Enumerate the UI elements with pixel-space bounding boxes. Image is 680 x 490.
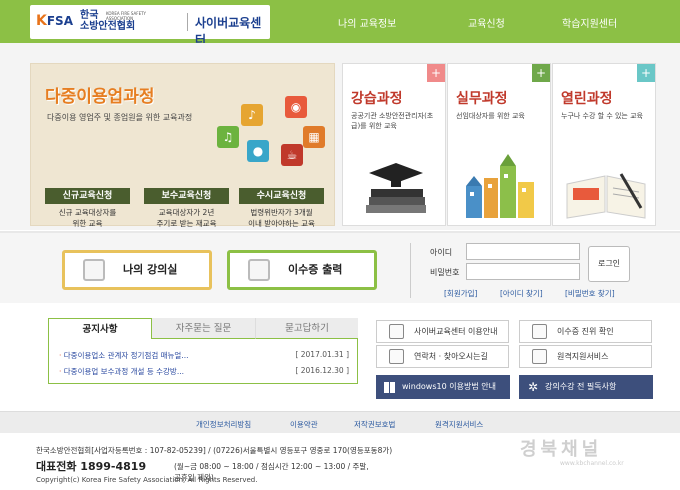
id-card-icon (532, 324, 547, 339)
occasional-education-label: 수시교육신청 (239, 188, 324, 204)
login-button[interactable]: 로그인 (588, 246, 630, 282)
new-education-label: 신규교육신청 (45, 188, 130, 204)
monitor-icon (389, 324, 404, 339)
open-book-pen-icon (566, 173, 646, 219)
card-open-course[interactable]: + 열린과정 누구나 수강 할 수 있는 교육 (552, 63, 656, 226)
id-input[interactable] (466, 243, 580, 260)
card-title: 열린과정 (561, 91, 613, 107)
refresher-education-desc: 교육대상자가 2년 주기로 받는 재교육 (156, 208, 217, 228)
tab-qna[interactable]: 묻고답하기 (255, 318, 358, 339)
remote-support-link[interactable]: 원격지원서비스 (435, 419, 483, 430)
windows10-guide-button[interactable]: windows10 이용방법 안내 (376, 375, 510, 399)
books-graduation-cap-icon (366, 163, 426, 213)
signup-link[interactable]: [회원가입] (444, 288, 477, 299)
list-item[interactable]: · 다중이용업소 관계자 정기점검 매뉴얼... [ 2017.01.31 ] (59, 350, 349, 361)
usage-guide-button[interactable]: 사이버교육센터 이용안내 (376, 320, 509, 343)
nav-my-education[interactable]: 나의 교육정보 (338, 15, 396, 30)
music-note-icon: ♫ (217, 126, 239, 148)
document-pen-icon (83, 259, 105, 281)
org-name-english: KOREA FIRE SAFETY ASSOCIATION (106, 11, 146, 21)
logo-divider (187, 13, 188, 31)
windows-icon (384, 382, 395, 393)
remote-screen-icon (532, 349, 547, 364)
city-buildings-icon (466, 154, 534, 218)
multi-use-course-box[interactable]: 다중이용업과정 다중이용 영업주 및 종업원을 위한 교육과정 ♪ ♫ ● ◉ … (30, 63, 335, 229)
id-label: 아이디 (430, 248, 453, 257)
nav-apply-education[interactable]: 교육신청 (468, 15, 505, 30)
required-reading-button[interactable]: ✲ 강의수강 전 필독사항 (519, 375, 653, 399)
footer-links-bar: 개인정보처리방침 이용약관 저작권보호법 원격지원서비스 (0, 411, 680, 433)
privacy-policy-link[interactable]: 개인정보처리방침 (196, 419, 251, 430)
new-education-apply[interactable]: 신규교육신청 신규 교육대상자를 위한 교육 (45, 188, 130, 229)
card-desc: 공공기관 소방안전관리자(초급)를 위한 교육 (351, 112, 434, 130)
plus-icon[interactable]: + (532, 64, 550, 82)
copyright-law-link[interactable]: 저작권보호법 (354, 419, 395, 430)
certificate-print-button[interactable]: 이수증 출력 (227, 250, 377, 290)
new-education-desc: 신규 교육대상자를 위한 교육 (58, 208, 117, 228)
remote-support-button[interactable]: 원격지원서비스 (519, 345, 652, 368)
watermark-url: www.kbchannel.co.kr (560, 460, 624, 467)
course-desc: 다중이용 영업주 및 종업원을 위한 교육과정 (47, 113, 193, 122)
plus-icon[interactable]: + (427, 64, 445, 82)
card-desc: 누구나 수강 할 수 있는 교육 (561, 112, 643, 120)
main-phone: 대표전화 1899-4819 (월~금 08:00 ~ 18:00 / 점심시간… (36, 458, 369, 482)
nav-learning-support[interactable]: 학습지원센터 (562, 15, 617, 30)
kfsa-logo-mark: KFSA (36, 13, 73, 29)
microphone-icon: ♪ (241, 104, 263, 126)
terms-link[interactable]: 이용약관 (290, 419, 318, 430)
find-id-link[interactable]: [아이디 찾기] (500, 288, 543, 299)
certificate-verify-button[interactable]: 이수증 진위 확인 (519, 320, 652, 343)
certificate-icon (248, 259, 270, 281)
coffee-cup-icon: ☕ (281, 144, 303, 166)
my-lecture-room-button[interactable]: 나의 강의실 (62, 250, 212, 290)
copyright: Copyright(c) Korea Fire Safety Associati… (36, 476, 258, 484)
phone-icon (389, 349, 404, 364)
film-reel-icon: ● (247, 140, 269, 162)
company-address: 한국소방안전협회[사업자등록번호 : 107-82-05239] / (0722… (36, 446, 393, 455)
occasional-education-apply[interactable]: 수시교육신청 법령위반자가 3개월 이내 받아야하는 교육 (239, 188, 324, 229)
site-logo[interactable]: KFSA 한국 소방안전협회 KOREA FIRE SAFETY ASSOCIA… (30, 5, 270, 47)
plus-icon[interactable]: + (637, 64, 655, 82)
card-practical-course[interactable]: + 실무과정 선임대상자를 위한 교육 (447, 63, 551, 226)
refresher-education-apply[interactable]: 보수교육신청 교육대상자가 2년 주기로 받는 재교육 (144, 188, 229, 229)
quick-login-bar: 나의 강의실 이수증 출력 아이디 비밀번호 로그인 [회원가입] [아이디 찾… (0, 231, 680, 303)
contact-directions-button[interactable]: 연락처 · 찾아오시는길 (376, 345, 509, 368)
password-input[interactable] (466, 263, 580, 280)
password-label: 비밀번호 (430, 268, 460, 277)
tab-notice[interactable]: 공지사항 (48, 318, 152, 339)
gear-icon: ✲ (528, 380, 539, 394)
card-title: 실무과정 (456, 91, 508, 107)
find-password-link[interactable]: [비밀번호 찾기] (565, 288, 615, 299)
header-bar: KFSA 한국 소방안전협회 KOREA FIRE SAFETY ASSOCIA… (0, 0, 680, 47)
card-lecture-course[interactable]: + 강습과정 공공기관 소방안전관리자(초급)를 위한 교육 (342, 63, 446, 226)
main-visual: 다중이용업과정 다중이용 영업주 및 종업원을 위한 교육과정 ♪ ♫ ● ◉ … (0, 43, 680, 230)
dining-icon: ◉ (285, 96, 307, 118)
list-item[interactable]: · 다중이용업 보수과정 개설 등 수강방... [ 2016.12.30 ] (59, 366, 349, 377)
notice-board: 공지사항 자주묻는 질문 묻고답하기 · 다중이용업소 관계자 정기점검 매뉴얼… (48, 318, 358, 384)
card-title: 강습과정 (351, 91, 403, 107)
course-title: 다중이용업과정 (45, 87, 155, 107)
refresher-education-label: 보수교육신청 (144, 188, 229, 204)
building-icon: ▦ (303, 126, 325, 148)
card-desc: 선임대상자를 위한 교육 (456, 112, 525, 120)
occasional-education-desc: 법령위반자가 3개월 이내 받아야하는 교육 (248, 208, 315, 228)
watermark: 경북채널 (520, 439, 603, 460)
tab-faq[interactable]: 자주묻는 질문 (152, 318, 255, 339)
divider (410, 243, 411, 298)
